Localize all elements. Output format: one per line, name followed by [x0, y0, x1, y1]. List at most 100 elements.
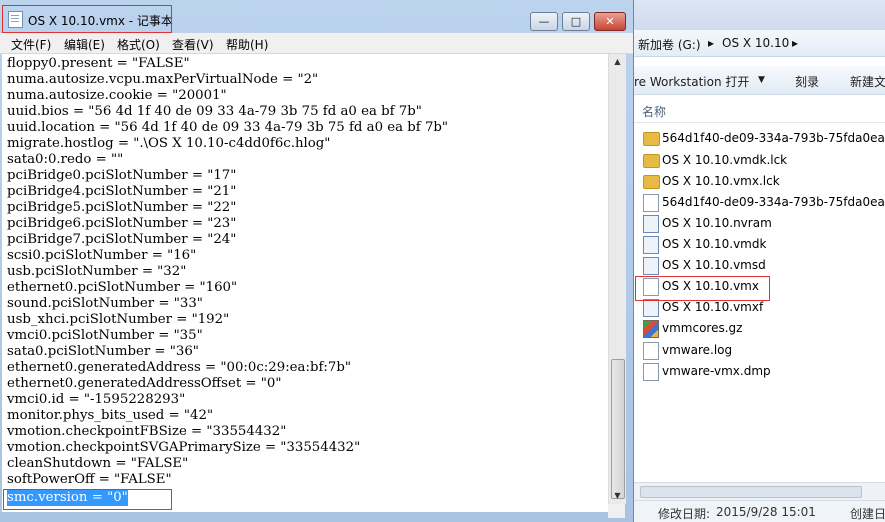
scrollbar-thumb[interactable] [640, 486, 862, 498]
text-line: vmci0.id = "-1595228293" [7, 392, 186, 407]
address-separator[interactable]: ▸ [792, 36, 798, 50]
text-line: pciBridge5.pciSlotNumber = "22" [7, 200, 237, 215]
file-name: OS X 10.10.vmdk.lck [662, 153, 788, 167]
maximize-icon: □ [570, 15, 582, 28]
text-line: numa.autosize.vcpu.maxPerVirtualNode = "… [7, 72, 319, 87]
text-line: vmotion.checkpointSVGAPrimarySize = "335… [7, 440, 361, 455]
menu-view[interactable]: 查看(V) [172, 36, 214, 53]
minimize-icon: — [538, 15, 550, 28]
new-folder-button[interactable]: 新建文 [850, 73, 885, 90]
text-line: pciBridge0.pciSlotNumber = "17" [7, 168, 237, 183]
disk-file-icon [643, 236, 659, 254]
highlight-box [635, 276, 770, 301]
text-line: ethernet0.generatedAddressOffset = "0" [7, 376, 282, 391]
file-item[interactable]: vmware.log [637, 340, 877, 361]
title-highlight-box [2, 5, 172, 33]
vm-file-icon [643, 257, 659, 275]
address-bar[interactable]: 新加卷 (G:) ▸ OS X 10.10 ▸ [632, 30, 885, 57]
file-name: OS X 10.10.vmdk [662, 237, 767, 251]
file-name: vmmcores.gz [662, 321, 743, 335]
text-line: ethernet0.pciSlotNumber = "160" [7, 280, 238, 295]
text-line: pciBridge7.pciSlotNumber = "24" [7, 232, 237, 247]
file-name: 564d1f40-de09-334a-793b-75fda0ea [662, 131, 885, 145]
file-item[interactable]: OS X 10.10.vmdk.lck [637, 150, 877, 171]
text-line: numa.autosize.cookie = "20001" [7, 88, 227, 103]
text-line: pciBridge6.pciSlotNumber = "23" [7, 216, 237, 231]
close-icon: ✕ [605, 15, 615, 28]
menu-help[interactable]: 帮助(H) [226, 36, 268, 53]
address-drive[interactable]: 新加卷 (G:) [638, 36, 701, 53]
folder-icon [643, 154, 660, 168]
menu-file[interactable]: 文件(F) [11, 36, 51, 53]
file-name: OS X 10.10.nvram [662, 216, 772, 230]
explorer-window: 新加卷 (G:) ▸ OS X 10.10 ▸ re Workstation 打… [632, 0, 885, 522]
folder-icon [643, 175, 660, 189]
text-line: sata0.pciSlotNumber = "36" [7, 344, 199, 359]
file-icon [643, 363, 659, 381]
text-line: uuid.bios = "56 4d 1f 40 de 09 33 4a-79 … [7, 104, 422, 119]
text-line: cleanShutdown = "FALSE" [7, 456, 189, 471]
address-folder[interactable]: OS X 10.10 [722, 36, 789, 50]
close-button[interactable]: ✕ [594, 12, 626, 31]
file-name: OS X 10.10.vmxf [662, 300, 764, 314]
text-line: uuid.location = "56 4d 1f 40 de 09 33 4a… [7, 120, 449, 135]
menu-edit[interactable]: 编辑(E) [64, 36, 105, 53]
open-with-button[interactable]: re Workstation 打开 [634, 73, 749, 90]
file-name: OS X 10.10.vmx.lck [662, 174, 780, 188]
file-item[interactable]: OS X 10.10.nvram [637, 213, 877, 234]
modified-date-label: 修改日期: [658, 507, 711, 521]
file-name: vmware.log [662, 343, 733, 357]
text-line: floppy0.present = "FALSE" [7, 56, 190, 71]
vertical-scrollbar[interactable]: ▲ ▼ [608, 54, 626, 504]
menu-format[interactable]: 格式(O) [117, 36, 160, 53]
name-column-header[interactable]: 名称 [632, 98, 885, 123]
scrollbar-thumb[interactable] [611, 359, 625, 499]
text-editor[interactable]: floppy0.present = "FALSE" numa.autosize.… [2, 54, 608, 512]
chevron-down-icon[interactable]: ▼ [758, 75, 765, 85]
file-item[interactable]: 564d1f40-de09-334a-793b-75fda0ea [637, 192, 885, 213]
details-pane: 修改日期: 2015/9/28 15:01 创建日 [632, 500, 885, 522]
file-item[interactable]: OS X 10.10.vmdk [637, 234, 877, 255]
text-line: sound.pciSlotNumber = "33" [7, 296, 203, 311]
file-item[interactable]: 564d1f40-de09-334a-793b-75fda0ea [637, 128, 885, 149]
created-date-label: 创建日 [850, 507, 885, 521]
file-name: OS X 10.10.vmsd [662, 258, 766, 272]
selection-highlight-box [3, 489, 172, 510]
text-line: softPowerOff = "FALSE" [7, 472, 172, 487]
text-line: scsi0.pciSlotNumber = "16" [7, 248, 197, 263]
notepad-window: OS X 10.10.vmx - 记事本 — □ ✕ 文件(F) 编辑(E) 格… [0, 0, 634, 522]
text-line: vmci0.pciSlotNumber = "35" [7, 328, 203, 343]
column-label: 名称 [642, 105, 667, 119]
file-name: vmware-vmx.dmp [662, 364, 771, 378]
menu-bar: 文件(F) 编辑(E) 格式(O) 查看(V) 帮助(H) [0, 33, 633, 54]
folder-icon [643, 132, 660, 146]
maximize-button[interactable]: □ [562, 12, 590, 31]
burn-button[interactable]: 刻录 [795, 73, 819, 90]
text-line: ethernet0.generatedAddress = "00:0c:29:e… [7, 360, 351, 375]
nvram-file-icon [643, 215, 659, 233]
modified-date-value: 2015/9/28 15:01 [716, 505, 816, 519]
text-line: sata0:0.redo = "" [7, 152, 124, 167]
horizontal-scrollbar[interactable] [632, 482, 885, 500]
file-item[interactable]: OS X 10.10.vmsd [637, 255, 877, 276]
text-line: migrate.hostlog = ".\OS X 10.10-c4dd0f6c… [7, 136, 331, 151]
file-icon [643, 194, 659, 212]
scroll-down-icon[interactable]: ▼ [609, 488, 626, 504]
archive-icon [643, 320, 659, 338]
scroll-up-icon[interactable]: ▲ [609, 54, 626, 70]
file-item[interactable]: OS X 10.10.vmx.lck [637, 171, 877, 192]
minimize-button[interactable]: — [530, 12, 558, 31]
text-line: vmotion.checkpointFBSize = "33554432" [7, 424, 287, 439]
address-separator[interactable]: ▸ [708, 36, 714, 50]
vm-file-icon [643, 299, 659, 317]
file-name: 564d1f40-de09-334a-793b-75fda0ea [662, 195, 885, 209]
resize-grip[interactable] [608, 504, 625, 518]
file-item[interactable]: vmmcores.gz [637, 318, 877, 339]
text-line: usb.pciSlotNumber = "32" [7, 264, 187, 279]
file-item[interactable]: vmware-vmx.dmp [637, 361, 877, 382]
explorer-toolbar: re Workstation 打开 ▼ 刻录 新建文 [632, 66, 885, 95]
text-line: usb_xhci.pciSlotNumber = "192" [7, 312, 230, 327]
text-line: monitor.phys_bits_used = "42" [7, 408, 214, 423]
text-line: pciBridge4.pciSlotNumber = "21" [7, 184, 237, 199]
explorer-titlebar [632, 0, 885, 30]
